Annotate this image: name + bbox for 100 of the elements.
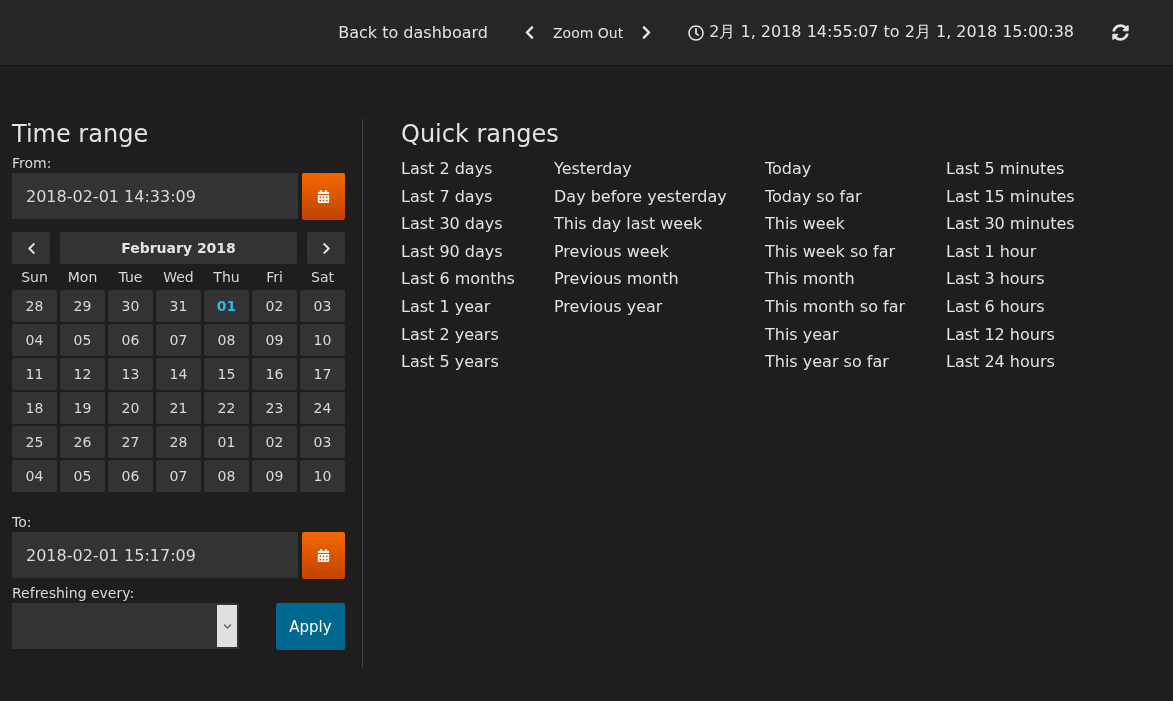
calendar-day[interactable]: 05 xyxy=(60,460,105,492)
calendar-day[interactable]: 06 xyxy=(108,460,153,492)
quick-range-link[interactable]: Last 24 hours xyxy=(946,348,1146,376)
calendar-day[interactable]: 07 xyxy=(156,460,201,492)
quick-range-link[interactable]: This week xyxy=(765,210,946,238)
calendar-day[interactable]: 02 xyxy=(252,290,297,322)
quick-range-link[interactable]: Last 30 days xyxy=(401,210,554,238)
quick-range-link[interactable]: Today xyxy=(765,155,946,183)
weekday-label: Sat xyxy=(310,268,335,287)
calendar-day[interactable]: 10 xyxy=(300,324,345,356)
clock-icon xyxy=(688,24,705,41)
quick-range-link[interactable]: This month so far xyxy=(765,292,946,321)
calendar-day[interactable]: 01 xyxy=(204,426,249,458)
chevron-down-icon xyxy=(222,621,232,631)
calendar-day[interactable]: 16 xyxy=(252,358,297,390)
quick-range-link[interactable]: Last 12 hours xyxy=(946,320,1146,349)
calendar-day[interactable]: 28 xyxy=(156,426,201,458)
calendar-day[interactable]: 04 xyxy=(12,460,57,492)
quick-range-link[interactable]: Last 6 hours xyxy=(946,292,1146,321)
from-label: From: xyxy=(12,155,53,171)
month-title-button[interactable]: February 2018 xyxy=(60,232,297,264)
calendar-day[interactable]: 11 xyxy=(12,358,57,390)
calendar-button[interactable] xyxy=(302,532,345,579)
to-input-field[interactable]: 2018-02-01 15:17:09 xyxy=(12,532,298,578)
quick-range-link[interactable]: Last 3 hours xyxy=(946,265,1146,293)
calendar-day[interactable]: 06 xyxy=(108,324,153,356)
calendar-day[interactable]: 09 xyxy=(252,324,297,356)
quick-range-link[interactable]: Last 90 days xyxy=(401,237,554,266)
quick-range-link[interactable]: Last 5 minutes xyxy=(946,155,1146,183)
calendar-day[interactable]: 25 xyxy=(12,426,57,458)
quick-range-link[interactable]: Last 6 months xyxy=(401,265,554,293)
calendar-day[interactable]: 01 xyxy=(204,290,249,322)
calendar-day[interactable]: 21 xyxy=(156,392,201,424)
quick-range-link[interactable]: Today so far xyxy=(765,182,946,211)
calendar-day[interactable]: 29 xyxy=(60,290,105,322)
quick-range-link[interactable]: This month xyxy=(765,265,946,293)
quick-range-link[interactable]: Previous week xyxy=(554,237,765,266)
calendar-button[interactable] xyxy=(302,173,345,220)
calendar-day[interactable]: 31 xyxy=(156,290,201,322)
zoom-out-button[interactable]: Zoom Out xyxy=(545,24,632,41)
time-range-title: Time range xyxy=(12,119,150,149)
quick-range-link[interactable]: Last 5 years xyxy=(401,348,554,376)
calendar-day[interactable]: 08 xyxy=(204,460,249,492)
calendar-day[interactable]: 26 xyxy=(60,426,105,458)
calendar-day[interactable]: 14 xyxy=(156,358,201,390)
calendar-day[interactable]: 28 xyxy=(12,290,57,322)
weekday-label: Sun xyxy=(20,268,49,287)
calendar-day[interactable]: 13 xyxy=(108,358,153,390)
quick-range-link[interactable]: Last 1 hour xyxy=(946,237,1146,266)
calendar-day[interactable]: 04 xyxy=(12,324,57,356)
back-to-dashboard-link[interactable]: Back to dashboard xyxy=(338,23,488,42)
calendar-day[interactable]: 09 xyxy=(252,460,297,492)
calendar-day[interactable]: 24 xyxy=(300,392,345,424)
next-month-button[interactable] xyxy=(307,232,345,264)
refresh-icon xyxy=(1112,24,1129,41)
calendar-day[interactable]: 12 xyxy=(60,358,105,390)
calendar-day[interactable]: 27 xyxy=(108,426,153,458)
weekday-label: Wed xyxy=(162,268,195,287)
quick-range-link[interactable]: Yesterday xyxy=(554,155,765,183)
apply-button[interactable]: Apply xyxy=(276,603,345,650)
weekday-label: Mon xyxy=(66,268,99,287)
calendar-icon xyxy=(317,549,330,562)
quick-range-link[interactable]: Last 2 days xyxy=(401,155,554,183)
calendar-day[interactable]: 19 xyxy=(60,392,105,424)
calendar-day[interactable]: 18 xyxy=(12,392,57,424)
calendar-day[interactable]: 03 xyxy=(300,290,345,322)
quick-range-link[interactable]: Last 15 minutes xyxy=(946,182,1146,211)
quick-range-link[interactable]: Previous month xyxy=(554,265,765,293)
calendar-day[interactable]: 15 xyxy=(204,358,249,390)
calendar-icon xyxy=(317,190,330,203)
calendar-day[interactable]: 02 xyxy=(252,426,297,458)
calendar-day[interactable]: 23 xyxy=(252,392,297,424)
refresh-label: Refreshing every: xyxy=(12,585,136,601)
weekday-label: Tue xyxy=(117,268,144,287)
quick-range-link[interactable]: This day last week xyxy=(554,210,765,238)
quick-range-link[interactable]: Last 30 minutes xyxy=(946,210,1146,238)
quick-range-link[interactable]: This year xyxy=(765,320,946,349)
quick-range-link[interactable]: This week so far xyxy=(765,237,946,266)
refresh-select-field[interactable] xyxy=(12,603,239,649)
to-label: To: xyxy=(12,514,33,530)
calendar-day[interactable]: 08 xyxy=(204,324,249,356)
calendar-day[interactable]: 10 xyxy=(300,460,345,492)
calendar-day[interactable]: 05 xyxy=(60,324,105,356)
calendar-day[interactable]: 17 xyxy=(300,358,345,390)
calendar-day[interactable]: 03 xyxy=(300,426,345,458)
quick-range-link[interactable]: Last 1 year xyxy=(401,292,554,321)
calendar-day[interactable]: 07 xyxy=(156,324,201,356)
calendar-day[interactable]: 22 xyxy=(204,392,249,424)
from-input-field[interactable]: 2018-02-01 14:33:09 xyxy=(12,173,298,219)
calendar-day[interactable]: 30 xyxy=(108,290,153,322)
quick-range-link[interactable]: Last 2 years xyxy=(401,320,554,349)
quick-range-link[interactable]: This year so far xyxy=(765,348,946,376)
calendar-day[interactable]: 20 xyxy=(108,392,153,424)
weekday-label: Fri xyxy=(265,268,284,287)
quick-range-link[interactable]: Previous year xyxy=(554,292,765,321)
quick-range-link[interactable]: Last 7 days xyxy=(401,182,554,211)
time-range-button[interactable]: 2月 1, 2018 14:55:07 to 2月 1, 2018 15:00:38 xyxy=(682,21,1080,44)
quick-range-link[interactable]: Day before yesterday xyxy=(554,182,765,211)
quick-ranges-title: Quick ranges xyxy=(401,119,560,149)
previous-month-button[interactable] xyxy=(12,232,50,264)
